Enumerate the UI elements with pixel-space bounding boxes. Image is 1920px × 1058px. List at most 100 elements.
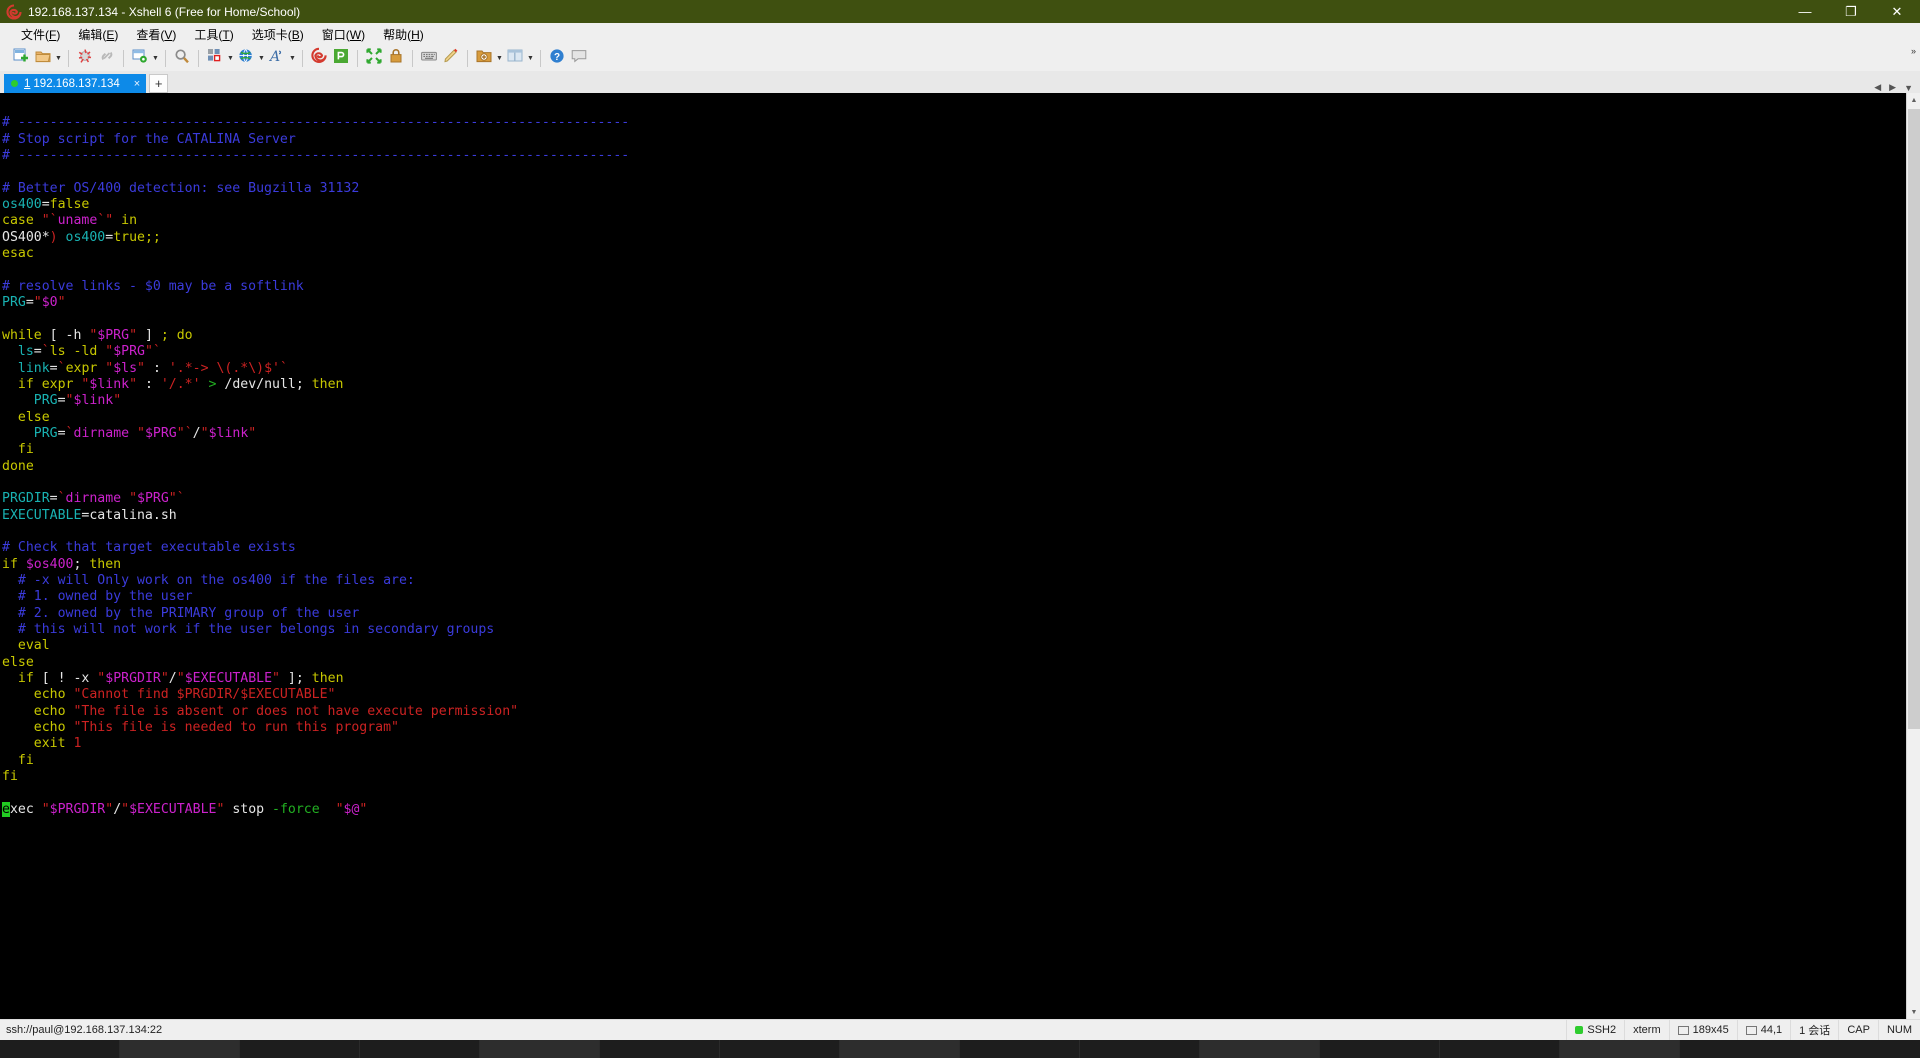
web-button[interactable] [235,47,257,69]
terminal-text: if [17,671,42,687]
web-dropdown-arrow-icon[interactable]: ▼ [257,47,266,69]
keyboard-button[interactable] [418,47,440,69]
terminal-screen[interactable]: # --------------------------------------… [0,93,1906,1019]
scrollbar-thumb[interactable] [1908,109,1920,729]
xftp-button[interactable] [330,47,352,69]
menu-item-file[interactable]: 文件(F) [12,24,69,45]
tab-close-icon[interactable]: × [120,78,140,90]
taskbar-item[interactable] [360,1040,480,1058]
taskbar-item[interactable] [1320,1040,1440,1058]
terminal-scrollbar[interactable]: ▲ ▼ [1906,93,1920,1019]
terminal-text: " [57,295,66,311]
status-cell-cap-indicator[interactable]: CAP [1838,1019,1878,1041]
session-properties-dropdown-arrow-icon[interactable]: ▼ [151,47,160,69]
taskbar-item[interactable] [0,1040,120,1058]
session-properties-button[interactable] [129,47,151,69]
find-button[interactable] [171,47,193,69]
taskbar-item[interactable] [960,1040,1080,1058]
terminal-text: os400 [2,197,42,213]
terminal-line: # Stop script for the CATALINA Server [2,132,1906,148]
taskbar-item[interactable] [600,1040,720,1058]
scroll-up-arrow-icon[interactable]: ▲ [1907,93,1920,107]
taskbar-item[interactable] [1200,1040,1320,1058]
tab-bar-controls: ◀ ▶ ▼ [1871,82,1920,93]
scroll-down-arrow-icon[interactable]: ▼ [1907,1005,1920,1019]
new-session-button[interactable] [10,47,32,69]
menu-item-window[interactable]: 窗口(W) [313,24,374,45]
terminal-text: esac [2,246,34,262]
panes-button[interactable] [504,47,526,69]
terminal-text: ` [279,360,288,376]
tab-scroll-left-icon[interactable]: ◀ [1871,82,1884,93]
font-dropdown-arrow-icon[interactable]: ▼ [288,47,297,69]
maximize-button[interactable]: ❐ [1828,0,1874,23]
close-button[interactable]: ✕ [1874,0,1920,23]
about-button[interactable] [568,47,590,69]
add-dropdown-arrow-icon[interactable]: ▼ [495,47,504,69]
terminal-text: # 1. owned by the user [2,589,193,605]
add-button[interactable] [473,47,495,69]
terminal-text: = [41,197,50,213]
menu-item-tabs[interactable]: 选项卡(B) [243,24,313,45]
new-tab-button[interactable]: + [149,74,169,93]
compose-button[interactable] [440,47,462,69]
layout-dropdown-arrow-icon[interactable]: ▼ [226,47,235,69]
terminal-text: # -x will Only work on the os400 if the … [2,572,415,588]
terminal-text: exit [33,736,74,752]
terminal-text: " [41,213,50,229]
terminal-text: # Stop script for the CATALINA Server [2,131,296,147]
terminal-text: " [176,425,185,441]
tab-scroll-right-icon[interactable]: ▶ [1886,82,1899,93]
status-cell-num-indicator[interactable]: NUM [1877,1019,1920,1041]
minimize-button[interactable]: — [1782,0,1828,23]
open-session-dropdown-arrow-icon[interactable]: ▼ [54,47,63,69]
reconnect-button[interactable] [96,47,118,69]
terminal-text: " [129,376,138,392]
menu-item-view[interactable]: 查看(V) [127,24,185,45]
terminal-text: $os400 [25,556,74,572]
terminal-text: " [137,360,145,376]
fullscreen-button[interactable] [363,47,385,69]
layout-button[interactable] [204,47,226,69]
taskbar-item[interactable] [240,1040,360,1058]
tab-list-icon[interactable]: ▼ [1901,83,1916,93]
font-a-icon: A [268,47,286,70]
disconnect-button[interactable] [74,47,96,69]
menu-item-edit[interactable]: 编辑(E) [69,24,127,45]
menu-item-help[interactable]: 帮助(H) [374,24,433,45]
link-icon [98,47,116,70]
session-tab-1[interactable]: 1 192.168.137.134 × [4,74,147,93]
taskbar-item[interactable] [720,1040,840,1058]
terminal-text: [ -h [49,327,90,343]
terminal-line: # this will not work if the user belongs… [2,622,1906,638]
taskbar-item[interactable] [120,1040,240,1058]
lock-button[interactable] [385,47,407,69]
taskbar-item[interactable] [480,1040,600,1058]
terminal-text: " [144,344,153,360]
menu-item-tools[interactable]: 工具(T) [185,24,242,45]
toolbar-overflow-button[interactable]: » [1911,46,1916,56]
terminal-text: '/.*' [160,376,201,392]
status-cell-terminal-type[interactable]: xterm [1624,1019,1669,1041]
status-cell-screen-size[interactable]: 189x45 [1668,1019,1737,1041]
taskbar-item[interactable] [840,1040,960,1058]
help-button[interactable]: ? [546,47,568,69]
terminal-text: done [2,458,34,474]
terminal-type-label: xterm [1633,1024,1661,1036]
status-cell-ssh-version[interactable]: SSH2 [1566,1019,1624,1041]
taskbar-item[interactable] [1560,1040,1680,1058]
xshell-button[interactable] [308,47,330,69]
font-button[interactable]: A [266,47,288,69]
taskbar-item[interactable] [1080,1040,1200,1058]
search-icon [173,47,191,70]
xshell-logo-icon [6,3,22,20]
open-session-button[interactable] [32,47,54,69]
status-cell-session-count[interactable]: 1 会话 [1790,1019,1838,1041]
taskbar-item[interactable] [1440,1040,1560,1058]
help-question-icon: ? [548,47,566,70]
status-cell-cursor-pos[interactable]: 44,1 [1736,1019,1790,1041]
terminal-text: eval [17,638,50,654]
panes-dropdown-arrow-icon[interactable]: ▼ [526,47,535,69]
